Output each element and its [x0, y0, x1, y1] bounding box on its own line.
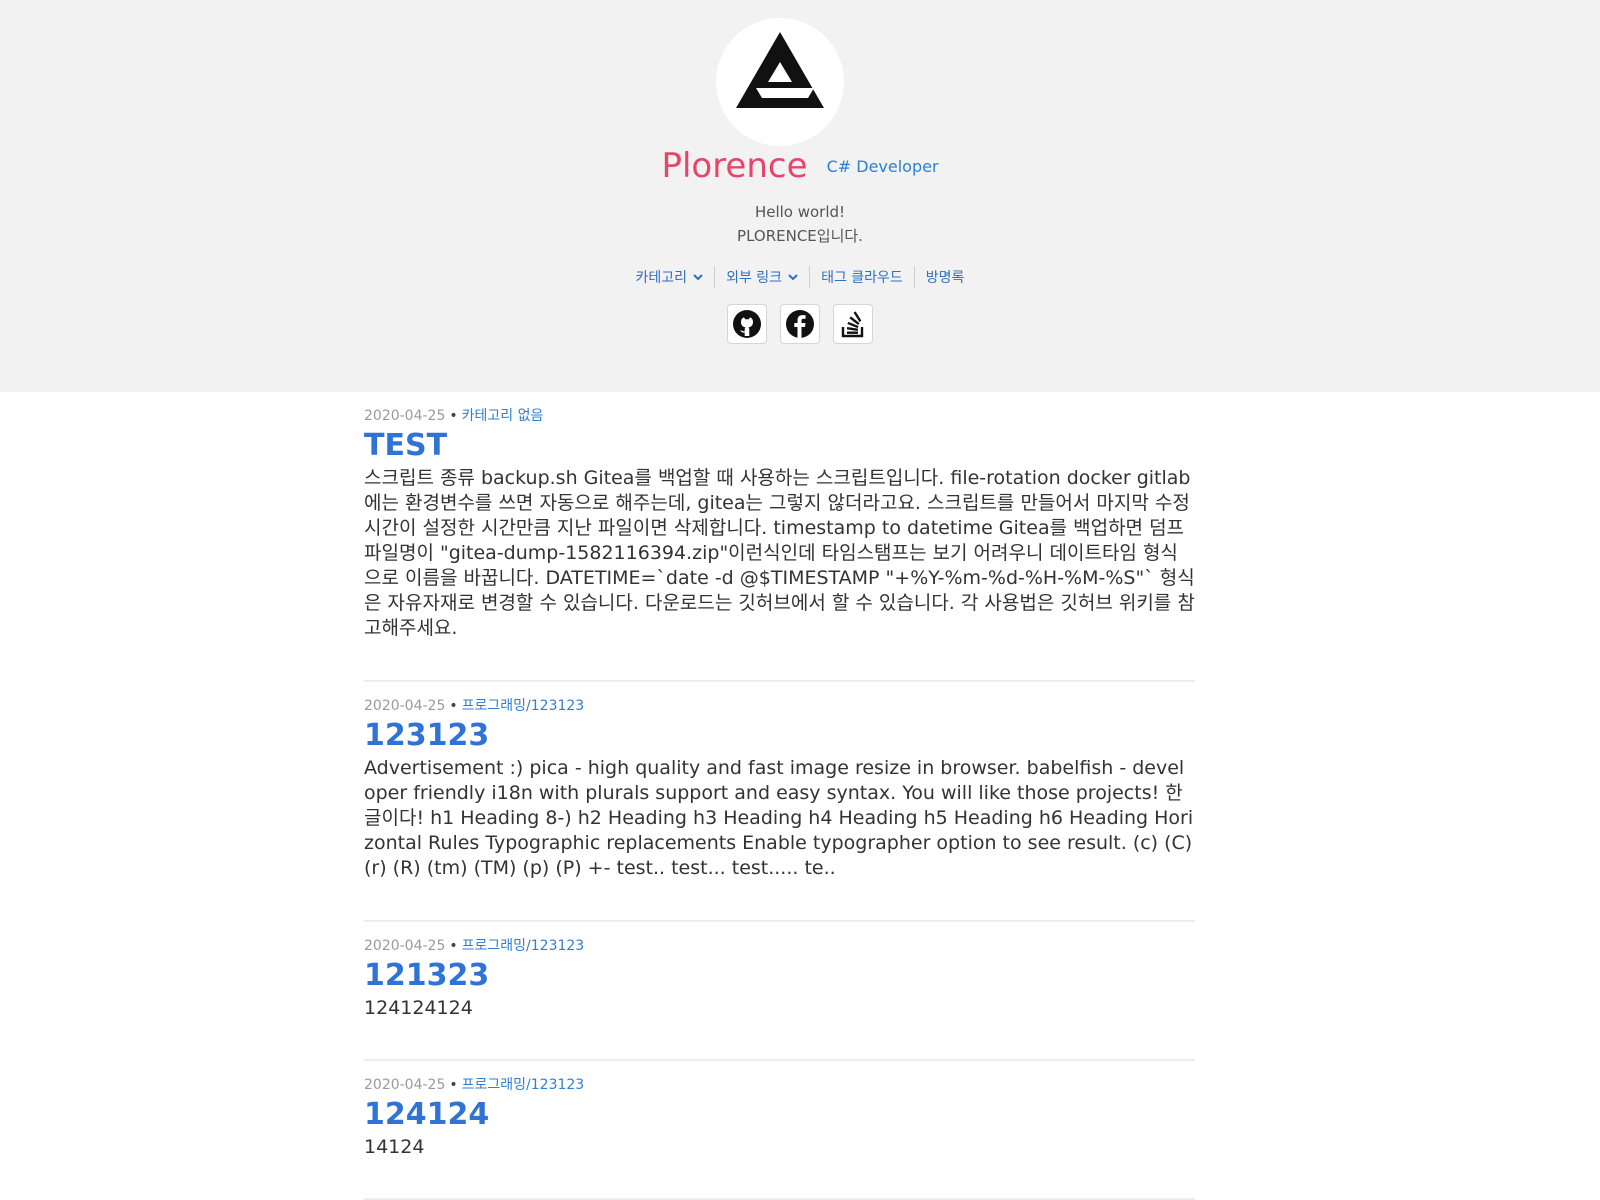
- main-nav: 카테고리 외부 링크 태그 클라우드 방명록: [0, 266, 1600, 288]
- github-link[interactable]: [727, 304, 767, 344]
- post-title-link[interactable]: TEST: [364, 428, 447, 464]
- avatar[interactable]: [716, 18, 844, 146]
- post-item: 2020-04-25 • 프로그래밍/123123 123123 Advertise…: [364, 682, 1195, 922]
- stackoverflow-link[interactable]: [833, 304, 873, 344]
- post-date: 2020-04-25: [364, 698, 446, 714]
- post-title-link[interactable]: 124124: [364, 1097, 489, 1133]
- github-icon: [733, 310, 761, 338]
- chevron-down-icon: [788, 273, 798, 281]
- post-meta: 2020-04-25 • 프로그래밍/123123: [364, 938, 585, 954]
- post-excerpt: 124124124: [364, 997, 473, 1019]
- stackoverflow-icon: [841, 311, 864, 338]
- nav-external-links-label: 외부 링크: [726, 270, 783, 286]
- post-item: 2020-04-25 • 카테고리 없음 TEST 스크립트 종류 backup.s…: [364, 392, 1195, 682]
- post-category-link[interactable]: 프로그래밍/123123: [462, 698, 585, 714]
- post-category-link[interactable]: 프로그래밍/123123: [462, 938, 585, 954]
- profile-name-row: Plorence C# Developer: [0, 146, 1600, 186]
- facebook-link[interactable]: [780, 304, 820, 344]
- post-meta: 2020-04-25 • 프로그래밍/123123: [364, 1077, 585, 1093]
- site-name[interactable]: Plorence: [661, 146, 807, 186]
- nav-category-label: 카테고리: [635, 270, 688, 286]
- post-meta: 2020-04-25 • 카테고리 없음: [364, 408, 544, 424]
- post-category-link[interactable]: 카테고리 없음: [462, 408, 544, 424]
- nav-guestbook-label: 방명록: [925, 270, 965, 286]
- nav-external-links-dropdown[interactable]: 외부 링크: [715, 267, 809, 287]
- post-meta: 2020-04-25 • 프로그래밍/123123: [364, 698, 585, 714]
- triangle-logo-icon: [736, 32, 824, 108]
- post-title-link[interactable]: 121323: [364, 958, 489, 994]
- post-excerpt: 스크립트 종류 backup.sh Gitea를 백업할 때 사용하는 스크립트…: [364, 467, 1195, 639]
- nav-tag-cloud[interactable]: 태그 클라우드: [810, 267, 914, 287]
- profile-bio: Hello world! PLORENCE입니다.: [0, 200, 1600, 248]
- nav-tag-cloud-label: 태그 클라우드: [821, 270, 903, 286]
- bio-line-2: PLORENCE입니다.: [737, 227, 863, 245]
- post-item: 2020-04-25 • 프로그래밍/123123 121323 124124124: [364, 922, 1195, 1061]
- nav-guestbook[interactable]: 방명록: [915, 267, 976, 287]
- bio-line-1: Hello world!: [754, 203, 846, 221]
- post-date: 2020-04-25: [364, 938, 446, 954]
- social-links: [0, 304, 1600, 344]
- post-excerpt: Advertisement :) pica - high quality and…: [364, 757, 1194, 879]
- blog-header: Plorence C# Developer Hello world! PLORE…: [0, 0, 1600, 392]
- site-role: C# Developer: [826, 156, 939, 176]
- post-title-link[interactable]: 123123: [364, 718, 489, 754]
- chevron-down-icon: [693, 273, 703, 281]
- nav-category-dropdown[interactable]: 카테고리: [625, 267, 715, 287]
- post-excerpt: 14124: [364, 1136, 425, 1158]
- post-item: 2020-04-25 • 프로그래밍/123123 124124 14124: [364, 1061, 1195, 1200]
- post-list: 2020-04-25 • 카테고리 없음 TEST 스크립트 종류 backup.s…: [364, 392, 1195, 1200]
- post-date: 2020-04-25: [364, 408, 446, 424]
- post-category-link[interactable]: 프로그래밍/123123: [462, 1077, 585, 1093]
- post-date: 2020-04-25: [364, 1077, 446, 1093]
- facebook-icon: [786, 310, 814, 338]
